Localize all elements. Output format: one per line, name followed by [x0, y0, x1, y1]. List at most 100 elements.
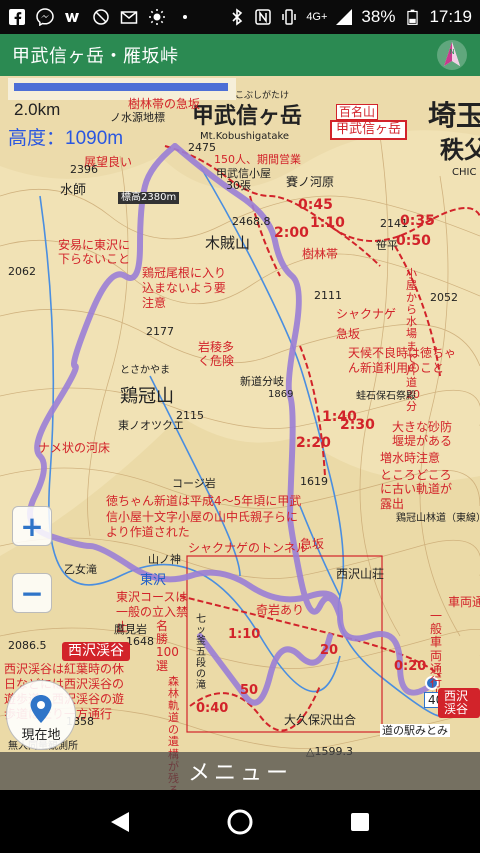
kyakka2-label: 車両通 [448, 595, 480, 609]
higashizawa-label: 東沢 [140, 573, 167, 588]
toriya-warning: 鶏冠尾根に入り込まないよう要注意 [142, 266, 227, 310]
route-time-9: 1:10 [228, 627, 261, 642]
topo-map[interactable]: 2.0km 高度：1090m 甲武信ヶ岳 こぶしがたけ Mt.Kobushiga… [0, 76, 480, 790]
recents-icon [351, 812, 369, 831]
mail-icon [120, 8, 138, 26]
elev-2111: 2111 [314, 289, 342, 302]
scale-bar [14, 83, 228, 91]
bluetooth-icon [228, 8, 246, 26]
app-bar: 甲武信ヶ岳・雁坂峠 N [0, 34, 480, 76]
app-title: 甲武信ヶ岳・雁坂峠 [12, 46, 179, 67]
shindo-label: 新道分岐 [240, 375, 284, 388]
elev-2475: 2475 [188, 141, 216, 154]
compass-north-icon[interactable]: N [436, 39, 468, 71]
network-label: 4G+ [306, 11, 328, 23]
status-bar: 4G+ 38% 17:19 [0, 0, 480, 34]
network-4g-icon [335, 8, 353, 26]
brightness-icon [148, 8, 166, 26]
nfc-icon [254, 8, 272, 26]
rocky-note: 岩稜多く危険 [198, 340, 235, 369]
elev-1648: 1648 [126, 635, 154, 648]
messenger-icon [36, 8, 54, 26]
hut-capacity: 30張 [226, 179, 251, 192]
elev-1619: 1619 [300, 475, 328, 488]
elev-2468: 2468.8 [232, 215, 271, 228]
zoom-out-button[interactable]: − [12, 573, 52, 613]
flood-note: 増水時注意 [380, 451, 441, 465]
meisho-label: 名勝100選 [156, 619, 179, 673]
sasadaira-label: 笹平 [376, 239, 398, 252]
route-time-3: 2:00 [274, 225, 309, 241]
summit-label: 甲武信ヶ岳 [192, 104, 303, 129]
kakunishi-label: 奇岩あり [256, 603, 305, 617]
home-button[interactable] [220, 802, 260, 842]
kokorogoro-note: ところどころに古い軌道が露出 [380, 468, 453, 511]
zoom-in-button[interactable]: + [12, 506, 52, 546]
saikawa-label: 賽ノ河原 [286, 175, 335, 189]
clock: 17:19 [429, 7, 472, 26]
elevation-marker: 標高2380m [118, 192, 180, 204]
route-time-1: 0:45 [298, 197, 333, 213]
shakunage-label: シャクナゲ [336, 307, 397, 321]
elev-2052: 2052 [430, 291, 458, 304]
route-time-8: 2:30 [340, 417, 375, 433]
elev-2396: 2396 [70, 163, 98, 176]
toriya-rindo-label: 鶏冠山林道（東線） [396, 513, 480, 524]
tokuchan-note: 徳ちゃん新道は平成4〜5年頃に甲武信小屋十文字小屋の山中氏親子らにより作道された [106, 494, 302, 540]
route-time-11: 20 [320, 643, 339, 658]
svg-text:N: N [449, 48, 454, 56]
kinsen-label: 木賊山 [205, 234, 251, 252]
nameyoko-label: ナメ状の河床 [38, 441, 111, 455]
current-location-button[interactable]: 現在地 [6, 680, 76, 750]
back-button[interactable] [100, 802, 140, 842]
route-time-2: 1:10 [310, 215, 345, 231]
location-pin-icon [30, 695, 52, 723]
elev-1869: 1869 [268, 389, 294, 400]
tree-zone-label: 樹林帯 [302, 247, 339, 261]
current-location-label: 現在地 [21, 728, 61, 743]
yasui-note: 安易に東沢に下らないこと [58, 238, 131, 267]
elev-2177: 2177 [146, 325, 174, 338]
nav-bar [0, 790, 480, 853]
signal-off-icon [92, 8, 110, 26]
summit-furigana: こぶしがたけ [235, 91, 290, 101]
toriya-furigana: とさかやま [120, 365, 170, 376]
route-time-4: 0:35 [400, 213, 435, 229]
toriya-south-label: 東ノオツクエ [118, 419, 184, 432]
wwe-icon [64, 8, 82, 26]
home-icon [227, 809, 253, 834]
sabo-note: 大きな砂防堰堤がある [392, 420, 453, 449]
more-dots-icon [176, 8, 194, 26]
kojiiwa-label: コージ岩 [172, 477, 216, 490]
back-icon [111, 811, 129, 832]
status-left-icons [8, 8, 194, 26]
yamanokami-label: 山ノ神 [148, 553, 181, 566]
shakunage-tunnel-label: シャクナゲのトンネル [188, 541, 308, 555]
otozaki-label: 乙女滝 [64, 563, 97, 576]
route-time-12: 0:20 [394, 659, 427, 674]
toriya-label: 鶏冠山 [120, 386, 174, 407]
summit-badge: 甲武信ヶ岳 [330, 120, 408, 141]
facebook-icon [8, 8, 26, 26]
hanare-label: 蛙石保石祭殿 [356, 391, 416, 402]
michinoeki-label: 道の駅みとみ [380, 724, 450, 737]
nishizawa-badge: 西沢渓谷 [62, 642, 130, 662]
takami-label: 鷹見岩 [114, 623, 147, 636]
nanatsugama-label: 七ッ釜五段の滝 [196, 614, 206, 691]
steep-label-1: 急坂 [336, 327, 361, 341]
elev-2086: 2086.5 [8, 639, 47, 652]
tree-zone-steep-label: 樹林帯の急坂 [128, 97, 201, 111]
nishizawa-sanso-label: 西沢山荘 [336, 567, 385, 581]
recents-button[interactable] [340, 802, 380, 842]
route-time-6: 2:20 [296, 435, 331, 451]
otsubo-label: 大久保沢出合 [284, 713, 357, 727]
hut-note: 150人、期間営業 [214, 153, 301, 166]
menu-button[interactable]: メニュー [0, 752, 480, 790]
battery-label: 38% [361, 7, 396, 26]
altitude-label: 高度：1090m [8, 128, 124, 149]
chichibu-label: 秩父 [440, 136, 480, 164]
route-time-13: 0:40 [196, 701, 229, 716]
scale-label: 2.0km [14, 100, 61, 119]
bad-weather-note: 天候不良時は徳ちゃん新道利用のこと [348, 346, 457, 375]
hyakumeizan-badge: 百名山 [336, 104, 379, 120]
